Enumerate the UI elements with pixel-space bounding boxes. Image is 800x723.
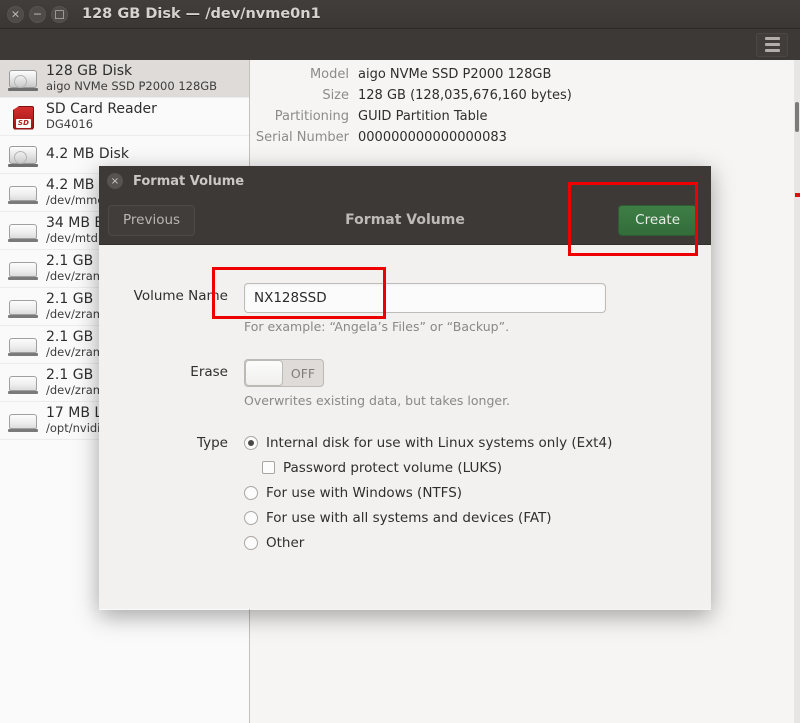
dialog-content: Volume Name NX128SSD For example: “Angel…	[99, 245, 711, 609]
type-radio-option[interactable]: Other	[244, 530, 691, 555]
checkbox-icon[interactable]	[262, 461, 275, 474]
type-radio-option[interactable]: Internal disk for use with Linux systems…	[244, 430, 691, 455]
disks-application-window: × − □ 128 GB Disk — /dev/nvme0n1 128 GB …	[0, 0, 800, 723]
option-label: For use with all systems and devices (FA…	[266, 510, 552, 526]
volume-name-input[interactable]: NX128SSD	[244, 283, 606, 313]
disk-info-row: PartitioningGUID Partition Table	[251, 109, 800, 130]
volume-name-row: Volume Name NX128SSD For example: “Angel…	[99, 283, 711, 334]
info-key: Model	[251, 67, 358, 82]
hamburger-menu-icon[interactable]	[756, 33, 788, 57]
option-label: For use with Windows (NTFS)	[266, 485, 462, 501]
option-label: Other	[266, 535, 304, 551]
window-controls: × − □	[7, 6, 68, 23]
close-icon[interactable]: ×	[7, 6, 24, 23]
toggle-knob	[245, 360, 283, 386]
sidebar-item-device[interactable]: SDSD Card ReaderDG4016	[0, 98, 249, 136]
info-value: 128 GB (128,035,676,160 bytes)	[358, 88, 572, 103]
annotation-fleck	[795, 193, 800, 197]
type-radio-option[interactable]: For use with Windows (NTFS)	[244, 480, 691, 505]
info-value: aigo NVMe SSD P2000 128GB	[358, 67, 551, 82]
dialog-title: Format Volume	[133, 174, 244, 189]
vertical-scrollbar[interactable]	[794, 60, 800, 723]
previous-button[interactable]: Previous	[108, 205, 195, 236]
type-radio-option[interactable]: For use with all systems and devices (FA…	[244, 505, 691, 530]
device-name: 128 GB Disk	[46, 64, 217, 79]
option-label: Password protect volume (LUKS)	[283, 460, 502, 476]
maximize-icon[interactable]: □	[51, 6, 68, 23]
disk-info-row: Serial Number000000000000000083	[251, 130, 800, 151]
volume-name-label: Volume Name	[99, 283, 244, 334]
dialog-headerbar: Previous Format Volume Create	[99, 196, 711, 245]
volume-name-hint: For example: “Angela’s Files” or “Backup…	[244, 319, 691, 334]
erase-label: Erase	[99, 359, 244, 408]
format-volume-dialog: × Format Volume Previous Format Volume C…	[99, 166, 711, 610]
radio-icon[interactable]	[244, 511, 258, 525]
erase-hint: Overwrites existing data, but takes long…	[244, 393, 691, 408]
sidebar-item-device[interactable]: 128 GB Diskaigo NVMe SSD P2000 128GB	[0, 60, 249, 98]
app-headerbar	[0, 29, 800, 60]
disk-info-row: Size128 GB (128,035,676,160 bytes)	[251, 88, 800, 109]
radio-icon[interactable]	[244, 536, 258, 550]
scrollbar-thumb[interactable]	[795, 102, 799, 132]
device-name: SD Card Reader	[46, 102, 157, 117]
info-key: Size	[251, 88, 358, 103]
erase-row: Erase OFF Overwrites existing data, but …	[99, 359, 711, 408]
type-options: Internal disk for use with Linux systems…	[244, 430, 711, 555]
device-subtitle: DG4016	[46, 118, 157, 131]
disk-info-table: Modelaigo NVMe SSD P2000 128GBSize128 GB…	[251, 60, 800, 151]
radio-icon[interactable]	[244, 436, 258, 450]
erase-toggle[interactable]: OFF	[244, 359, 324, 387]
create-button[interactable]: Create	[618, 205, 697, 236]
device-name: 4.2 MB Disk	[46, 147, 129, 162]
window-titlebar: × − □ 128 GB Disk — /dev/nvme0n1	[0, 0, 800, 29]
info-value: GUID Partition Table	[358, 109, 488, 124]
info-value: 000000000000000083	[358, 130, 507, 145]
dialog-titlebar: × Format Volume	[99, 166, 711, 196]
window-title: 128 GB Disk — /dev/nvme0n1	[82, 6, 321, 22]
radio-icon[interactable]	[244, 486, 258, 500]
option-label: Internal disk for use with Linux systems…	[266, 435, 612, 451]
type-row: Type Internal disk for use with Linux sy…	[99, 430, 711, 555]
info-key: Serial Number	[251, 130, 358, 145]
device-subtitle: aigo NVMe SSD P2000 128GB	[46, 80, 217, 93]
erase-toggle-state: OFF	[283, 366, 323, 381]
minimize-icon[interactable]: −	[29, 6, 46, 23]
type-label: Type	[99, 430, 244, 555]
dialog-close-icon[interactable]: ×	[107, 173, 123, 189]
info-key: Partitioning	[251, 109, 358, 124]
luks-checkbox-option[interactable]: Password protect volume (LUKS)	[262, 455, 691, 480]
disk-info-row: Modelaigo NVMe SSD P2000 128GB	[251, 67, 800, 88]
